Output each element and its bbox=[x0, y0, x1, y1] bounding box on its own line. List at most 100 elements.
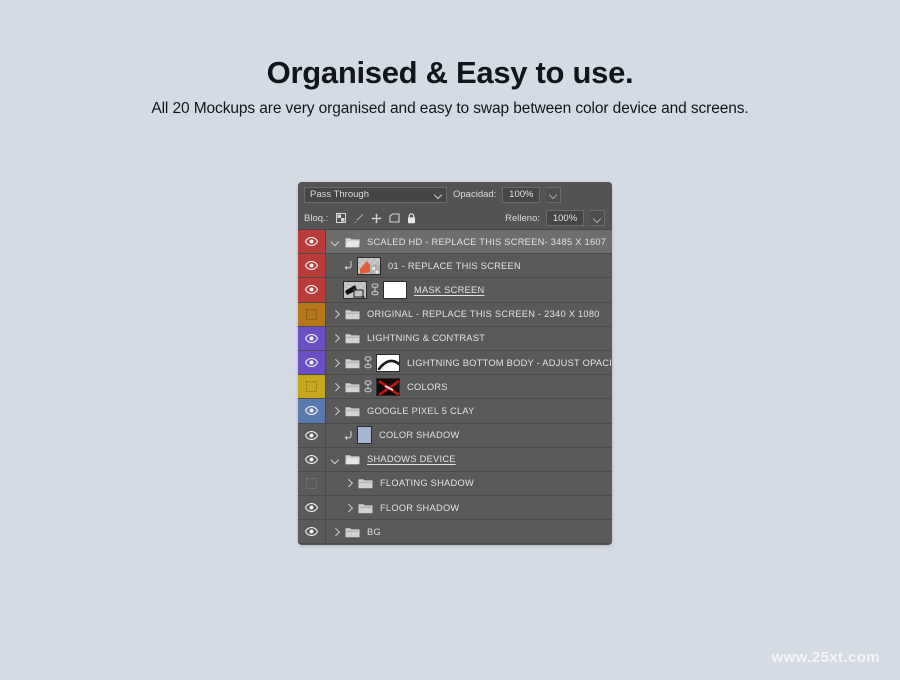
page-subtitle: All 20 Mockups are very organised and ea… bbox=[151, 100, 749, 117]
folder-icon bbox=[345, 405, 360, 417]
chevron-right-icon[interactable] bbox=[330, 381, 341, 392]
layer-visibility-toggle[interactable] bbox=[298, 254, 326, 278]
chevron-down-icon[interactable] bbox=[330, 454, 341, 465]
layer-name[interactable]: FLOATING SHADOW bbox=[380, 478, 474, 488]
lock-image-pixels-icon[interactable] bbox=[353, 213, 364, 224]
layer-visibility-toggle[interactable] bbox=[298, 350, 326, 375]
layer-row-body: GOOGLE PIXEL 5 CLAY bbox=[326, 399, 612, 422]
chevron-right-icon[interactable] bbox=[330, 357, 341, 368]
chevron-down-icon[interactable] bbox=[330, 236, 341, 247]
layer-row[interactable]: 01 - REPLACE THIS SCREEN bbox=[298, 254, 612, 279]
lock-transparent-pixels-icon[interactable] bbox=[336, 213, 347, 223]
layer-thumbnail[interactable] bbox=[357, 426, 372, 445]
layer-visibility-toggle[interactable] bbox=[298, 326, 326, 350]
folder-icon bbox=[345, 526, 360, 538]
layer-visibility-toggle[interactable] bbox=[298, 471, 326, 496]
layer-row[interactable]: COLORS bbox=[298, 375, 612, 400]
layer-row-body: BG bbox=[326, 520, 612, 543]
layer-row-body: ORIGINAL - REPLACE THIS SCREEN - 2340 X … bbox=[326, 303, 612, 326]
layer-name[interactable]: GOOGLE PIXEL 5 CLAY bbox=[367, 406, 475, 416]
chevron-right-icon[interactable] bbox=[330, 405, 341, 416]
layers-panel-header: Pass Through Opacidad: 100% bbox=[298, 182, 612, 207]
fill-stepper[interactable] bbox=[590, 210, 605, 226]
watermark: www.25xt.com bbox=[771, 649, 880, 666]
link-icon[interactable] bbox=[364, 356, 372, 369]
layer-name[interactable]: LIGHTNING BOTTOM BODY - ADJUST OPACITY bbox=[407, 358, 612, 368]
layer-visibility-toggle[interactable] bbox=[298, 302, 326, 326]
clipping-mask-icon bbox=[343, 430, 353, 441]
folder-icon bbox=[358, 477, 373, 489]
folder-icon bbox=[345, 308, 360, 320]
layer-row-body: MASK SCREEN bbox=[326, 278, 612, 301]
layer-row[interactable]: SHADOWS DEVICE bbox=[298, 447, 612, 472]
chevron-right-icon[interactable] bbox=[330, 309, 341, 320]
link-icon[interactable] bbox=[371, 283, 379, 296]
layer-list: SCALED HD - REPLACE THIS SCREEN- 3485 X … bbox=[298, 230, 612, 545]
chevron-right-icon[interactable] bbox=[343, 502, 354, 513]
lock-icon-group bbox=[336, 212, 416, 224]
chevron-down-icon bbox=[434, 190, 443, 199]
page-root: Organised & Easy to use. All 20 Mockups … bbox=[0, 0, 900, 680]
layer-visibility-toggle[interactable] bbox=[298, 447, 326, 471]
layer-visibility-toggle[interactable] bbox=[298, 520, 326, 544]
layer-mask-thumbnail[interactable] bbox=[383, 280, 407, 299]
chevron-right-icon[interactable] bbox=[330, 526, 341, 537]
layer-row-body: 01 - REPLACE THIS SCREEN bbox=[326, 254, 612, 277]
folder-icon bbox=[358, 502, 373, 514]
layer-row-body: COLOR SHADOW bbox=[326, 424, 612, 447]
blend-mode-value: Pass Through bbox=[310, 189, 369, 200]
layer-row-body: FLOOR SHADOW bbox=[326, 496, 612, 519]
folder-icon bbox=[345, 381, 360, 393]
layer-row[interactable]: COLOR SHADOW bbox=[298, 423, 612, 448]
layer-row[interactable]: SCALED HD - REPLACE THIS SCREEN- 3485 X … bbox=[298, 230, 612, 255]
layer-name[interactable]: SHADOWS DEVICE bbox=[367, 454, 456, 464]
layer-visibility-toggle[interactable] bbox=[298, 423, 326, 447]
layer-row[interactable]: LIGHTNING BOTTOM BODY - ADJUST OPACITY bbox=[298, 350, 612, 376]
fill-label: Relleno: bbox=[505, 212, 540, 224]
layer-thumbnail[interactable] bbox=[343, 280, 367, 299]
link-icon[interactable] bbox=[364, 380, 372, 393]
layer-row[interactable]: GOOGLE PIXEL 5 CLAY bbox=[298, 399, 612, 424]
layer-row-body: SHADOWS DEVICE bbox=[326, 448, 612, 471]
layer-thumbnail[interactable] bbox=[376, 353, 400, 372]
layer-name[interactable]: 01 - REPLACE THIS SCREEN bbox=[388, 261, 521, 271]
layers-panel-lock-row: Bloq.: Relleno: 100% bbox=[298, 207, 612, 230]
layer-row[interactable]: ORIGINAL - REPLACE THIS SCREEN - 2340 X … bbox=[298, 302, 612, 327]
layer-row[interactable]: BG bbox=[298, 520, 612, 545]
layer-name[interactable]: COLORS bbox=[407, 382, 448, 392]
chevron-right-icon[interactable] bbox=[330, 333, 341, 344]
layer-row-body: LIGHTNING & CONTRAST bbox=[326, 327, 612, 350]
layer-visibility-toggle[interactable] bbox=[298, 230, 326, 254]
layer-row[interactable]: MASK SCREEN bbox=[298, 278, 612, 303]
layer-row[interactable]: FLOOR SHADOW bbox=[298, 496, 612, 521]
layer-name[interactable]: ORIGINAL - REPLACE THIS SCREEN - 2340 X … bbox=[367, 309, 600, 319]
layer-name[interactable]: LIGHTNING & CONTRAST bbox=[367, 333, 485, 343]
layer-visibility-toggle[interactable] bbox=[298, 399, 326, 423]
fill-input[interactable]: 100% bbox=[546, 210, 584, 226]
layer-name[interactable]: FLOOR SHADOW bbox=[380, 503, 459, 513]
layer-visibility-toggle[interactable] bbox=[298, 496, 326, 520]
layer-visibility-toggle[interactable] bbox=[298, 278, 326, 302]
layer-thumbnail[interactable] bbox=[376, 377, 400, 396]
layer-row[interactable]: FLOATING SHADOW bbox=[298, 471, 612, 497]
layer-row[interactable]: LIGHTNING & CONTRAST bbox=[298, 326, 612, 351]
layer-row-body: FLOATING SHADOW bbox=[326, 472, 612, 495]
chevron-right-icon[interactable] bbox=[343, 478, 354, 489]
lock-position-icon[interactable] bbox=[371, 213, 382, 224]
lock-artboard-nesting-icon[interactable] bbox=[389, 213, 400, 223]
opacity-input[interactable]: 100% bbox=[502, 186, 541, 203]
opacity-stepper[interactable] bbox=[546, 186, 562, 203]
layer-name[interactable]: BG bbox=[367, 527, 381, 537]
layer-thumbnail[interactable] bbox=[357, 256, 381, 275]
layer-name[interactable]: MASK SCREEN bbox=[414, 285, 484, 295]
layer-name[interactable]: SCALED HD - REPLACE THIS SCREEN- 3485 X … bbox=[367, 237, 606, 247]
lock-all-icon[interactable] bbox=[407, 212, 416, 224]
layer-row-body: COLORS bbox=[326, 375, 612, 398]
clipping-mask-icon bbox=[343, 260, 353, 271]
blend-mode-select[interactable]: Pass Through bbox=[304, 186, 447, 203]
lock-label: Bloq.: bbox=[304, 212, 329, 224]
layer-visibility-toggle[interactable] bbox=[298, 375, 326, 399]
layer-name[interactable]: COLOR SHADOW bbox=[379, 430, 459, 440]
layer-row-body: SCALED HD - REPLACE THIS SCREEN- 3485 X … bbox=[326, 230, 612, 253]
folder-icon bbox=[345, 357, 360, 369]
